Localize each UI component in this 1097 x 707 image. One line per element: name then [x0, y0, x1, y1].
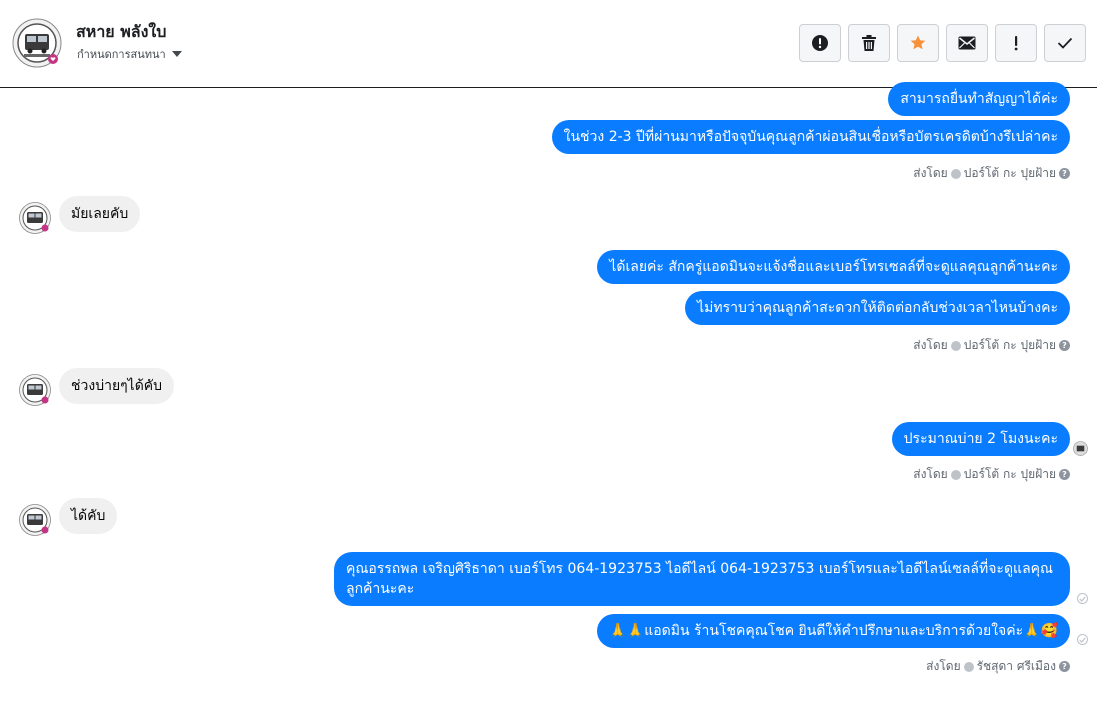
sent-check-icon [950, 168, 961, 179]
sent-check-icon [963, 661, 974, 672]
avatar[interactable] [19, 374, 51, 406]
mark-done-button[interactable] [1044, 24, 1086, 62]
message-outgoing[interactable]: ได้เลยค่ะ สักครู่แอดมินจะแจ้งชื่อและเบอร… [597, 250, 1070, 284]
sent-check-icon [950, 469, 961, 480]
exclamation-icon [1014, 36, 1018, 51]
message-outgoing[interactable]: ไม่ทราบว่าคุณลูกค้าสะดวกให้ติดต่อกลับช่ว… [685, 291, 1070, 325]
seen-avatar-icon [1073, 441, 1088, 456]
follow-up-button[interactable] [995, 24, 1037, 62]
sent-by-agent: รัชสุดา ศรีเมือง [976, 659, 1056, 673]
contact-name: สหาย พลังใบ [76, 22, 167, 41]
mail-icon [958, 36, 976, 50]
sent-by-agent: ปอร์โต้ กะ ปุยฝ้าย [963, 467, 1056, 481]
action-toolbar [799, 24, 1086, 62]
star-button[interactable] [897, 24, 939, 62]
message-outgoing[interactable]: ประมาณบ่าย 2 โมงนะคะ [891, 422, 1070, 456]
delete-button[interactable] [848, 24, 890, 62]
avatar[interactable] [19, 504, 51, 536]
assign-conversation-dropdown[interactable]: กำหนดการสนทนา [77, 45, 182, 63]
sent-by-label: ส่งโดย [913, 166, 948, 180]
help-icon[interactable]: ? [1059, 168, 1070, 179]
delivered-icon [1077, 593, 1088, 604]
avatar[interactable] [12, 18, 62, 68]
trash-icon [862, 35, 876, 51]
message-outgoing[interactable]: ในช่วง 2-3 ปีที่ผ่านมาหรือปัจจุบันคุณลูก… [551, 120, 1070, 154]
sent-by-meta: ส่งโดย รัชสุดา ศรีเมือง ? [926, 657, 1070, 676]
message-incoming[interactable]: มัยเลยคับ [59, 196, 141, 232]
sent-by-meta: ส่งโดย ปอร์โต้ กะ ปุยฝ้าย ? [913, 164, 1070, 183]
sent-by-meta: ส่งโดย ปอร์โต้ กะ ปุยฝ้าย ? [913, 336, 1070, 355]
check-icon [1057, 37, 1073, 49]
delivered-icon [1077, 634, 1088, 645]
sent-by-agent: ปอร์โต้ กะ ปุยฝ้าย [963, 166, 1056, 180]
sent-by-label: ส่งโดย [926, 659, 961, 673]
help-icon[interactable]: ? [1059, 661, 1070, 672]
message-outgoing[interactable]: สามารถยื่นทำสัญญาได้ค่ะ [888, 82, 1070, 116]
message-outgoing[interactable]: 🙏🙏แอดมิน ร้านโชคคุณโชค ยินดีให้คำปรึกษาแ… [597, 614, 1070, 648]
avatar[interactable] [19, 202, 51, 234]
sent-by-agent: ปอร์โต้ กะ ปุยฝ้าย [963, 338, 1056, 352]
sent-by-label: ส่งโดย [913, 338, 948, 352]
sent-check-icon [950, 340, 961, 351]
message-outgoing[interactable]: คุณอรรถพล เจริญศิริธาดา เบอร์โทร 064-192… [334, 552, 1070, 606]
star-icon [910, 35, 926, 50]
caret-down-icon [171, 51, 182, 57]
message-feed[interactable]: สามารถยื่นทำสัญญาได้ค่ะ ในช่วง 2-3 ปีที่… [0, 82, 1097, 707]
conversation-header: สหาย พลังใบ กำหนดการสนทนา [0, 0, 1097, 88]
sent-by-meta: ส่งโดย ปอร์โต้ กะ ปุยฝ้าย ? [913, 465, 1070, 484]
assign-label: กำหนดการสนทนา [77, 48, 166, 61]
help-icon[interactable]: ? [1059, 340, 1070, 351]
mark-unread-button[interactable] [946, 24, 988, 62]
sent-by-label: ส่งโดย [913, 467, 948, 481]
message-incoming[interactable]: ช่วงบ่ายๆได้คับ [59, 368, 175, 404]
mark-spam-button[interactable] [799, 24, 841, 62]
message-incoming[interactable]: ได้คับ [59, 498, 118, 534]
alert-icon [812, 35, 828, 51]
help-icon[interactable]: ? [1059, 469, 1070, 480]
